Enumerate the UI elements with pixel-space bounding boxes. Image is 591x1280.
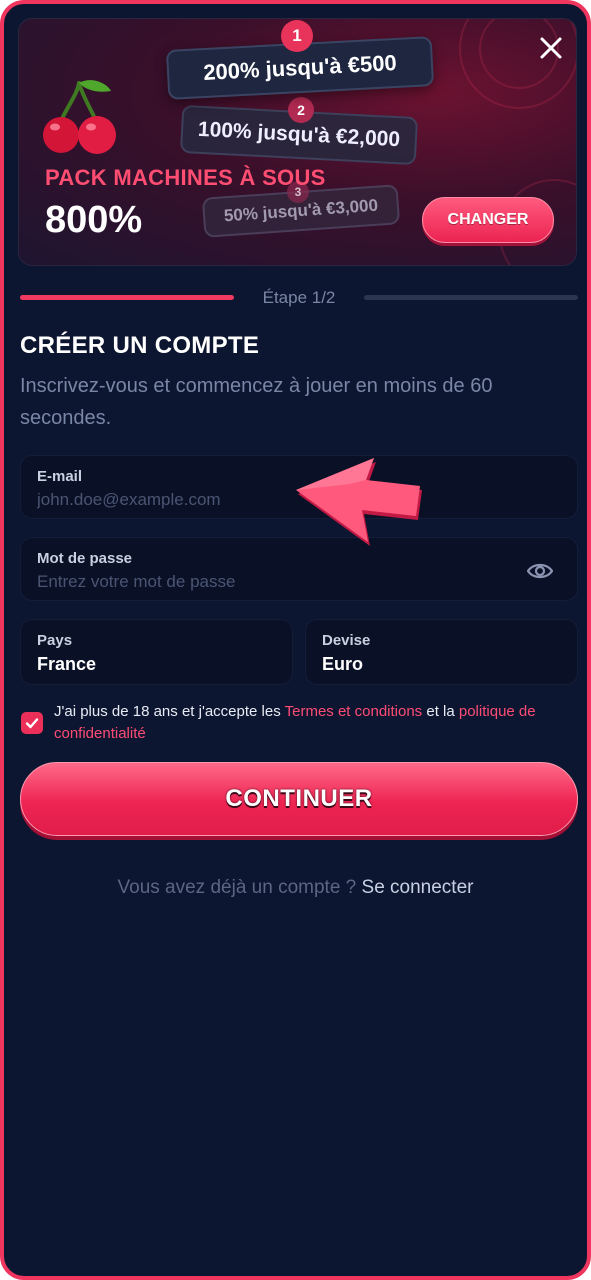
promo-banner: 50% jusqu'à €3,000 3 100% jusqu'à €2,000…	[18, 18, 577, 266]
terms-link[interactable]: Termes et conditions	[285, 703, 423, 720]
pack-title: PACK MACHINES À SOUS	[45, 165, 326, 190]
progress-bar-completed	[20, 295, 234, 300]
page-title: CRÉER UN COMPTE	[20, 332, 260, 359]
checkmark-icon	[25, 718, 39, 729]
offer-number-2: 2	[288, 97, 314, 123]
country-select[interactable]: Pays France	[20, 619, 293, 685]
currency-select[interactable]: Devise Euro	[305, 619, 578, 685]
progress-bar-remaining	[364, 295, 578, 300]
password-label: Mot de passe	[37, 550, 133, 567]
pointer-arrow-icon	[296, 458, 422, 546]
cherry-icon	[43, 80, 116, 154]
page-subtitle: Inscrivez-vous et commencez à jouer en m…	[20, 375, 493, 429]
eye-icon[interactable]	[525, 556, 555, 586]
close-icon	[540, 37, 562, 59]
pack-percent: 800%	[45, 199, 143, 241]
step-indicator: Étape 1/2	[262, 288, 336, 307]
currency-label: Devise	[322, 632, 371, 649]
currency-value: Euro	[322, 654, 364, 674]
login-link[interactable]: Se connecter	[362, 877, 474, 898]
email-label: E-mail	[37, 468, 83, 485]
offer-number-1: 1	[281, 20, 313, 52]
terms-checkbox[interactable]	[21, 712, 43, 734]
country-value: France	[37, 654, 97, 674]
continue-button[interactable]: CONTINUER	[20, 762, 578, 836]
login-prompt: Vous avez déjà un compte ? Se connecter	[117, 877, 474, 898]
signup-modal: 50% jusqu'à €3,000 3 100% jusqu'à €2,000…	[0, 0, 591, 1280]
change-bonus-button[interactable]: CHANGER	[422, 197, 554, 243]
password-input[interactable]	[37, 572, 482, 592]
close-button[interactable]	[534, 31, 568, 65]
terms-text: J'ai plus de 18 ans et j'accepte les Ter…	[54, 703, 536, 742]
country-label: Pays	[37, 632, 73, 649]
